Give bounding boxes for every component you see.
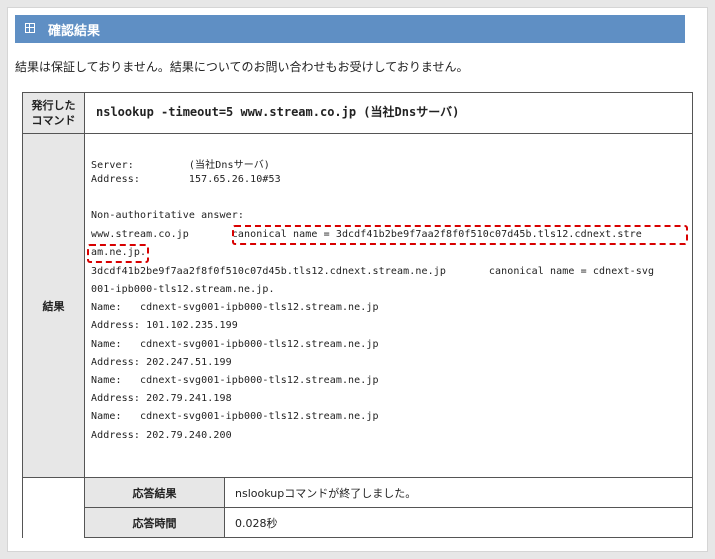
- canonical-name-continuation-highlight: [87, 244, 149, 263]
- result-output-cell: Server: (当社Dnsサーバ) Address: 157.65.26.10…: [85, 134, 693, 478]
- response-result-value: nslookupコマンドが終了しました。: [235, 486, 417, 500]
- result-line: Address: 202.79.240.200: [91, 430, 232, 441]
- result-line: Address: 101.102.235.199: [91, 320, 238, 331]
- result-line: Non-authoritative answer:: [91, 210, 245, 221]
- response-time-value: 0.028秒: [235, 516, 278, 530]
- spacer-cell: [23, 478, 85, 538]
- command-text: nslookup -timeout=5 www.stream.co.jp (当社…: [96, 105, 460, 119]
- result-line: Name: cdnext-svg001-ipb000-tls12.stream.…: [91, 339, 379, 350]
- results-table: 発行した コマンド nslookup -timeout=5 www.stream…: [22, 92, 693, 538]
- disclaimer-text: 結果は保証しておりません。結果についてのお問い合わせもお受けしておりません。: [15, 60, 469, 74]
- command-label-line1: 発行した: [31, 99, 76, 112]
- result-label: 結果: [42, 299, 65, 313]
- result-label-cell: 結果: [23, 134, 85, 478]
- result-line: Name: cdnext-svg001-ipb000-tls12.stream.…: [91, 375, 379, 386]
- grid-icon: [25, 23, 35, 33]
- response-result-value-cell: nslookupコマンドが終了しました。: [225, 478, 693, 508]
- result-line: Name: cdnext-svg001-ipb000-tls12.stream.…: [91, 302, 379, 313]
- result-line: Address: 202.79.241.198: [91, 393, 232, 404]
- result-line: Server: (当社Dnsサーバ): [91, 160, 270, 171]
- command-label-cell: 発行した コマンド: [23, 93, 85, 134]
- response-time-value-cell: 0.028秒: [225, 508, 693, 538]
- section-title: 確認結果: [48, 24, 101, 39]
- command-label-line2: コマンド: [31, 114, 76, 127]
- section-header: 確認結果: [15, 15, 685, 43]
- result-line: Address: 157.65.26.10#53: [91, 174, 281, 185]
- canonical-name-highlight: [232, 225, 688, 245]
- result-line: 001-ipb000-tls12.stream.ne.jp.: [91, 284, 275, 295]
- response-result-label-cell: 応答結果: [85, 478, 225, 508]
- response-time-label: 応答時間: [132, 516, 177, 530]
- response-time-label-cell: 応答時間: [85, 508, 225, 538]
- result-line: 3dcdf41b2be9f7aa2f8f0f510c07d45b.tls12.c…: [91, 266, 655, 277]
- result-line: Address: 202.247.51.199: [91, 357, 232, 368]
- response-result-label: 応答結果: [132, 486, 177, 500]
- result-line: Name: cdnext-svg001-ipb000-tls12.stream.…: [91, 411, 379, 422]
- command-value-cell: nslookup -timeout=5 www.stream.co.jp (当社…: [85, 93, 693, 134]
